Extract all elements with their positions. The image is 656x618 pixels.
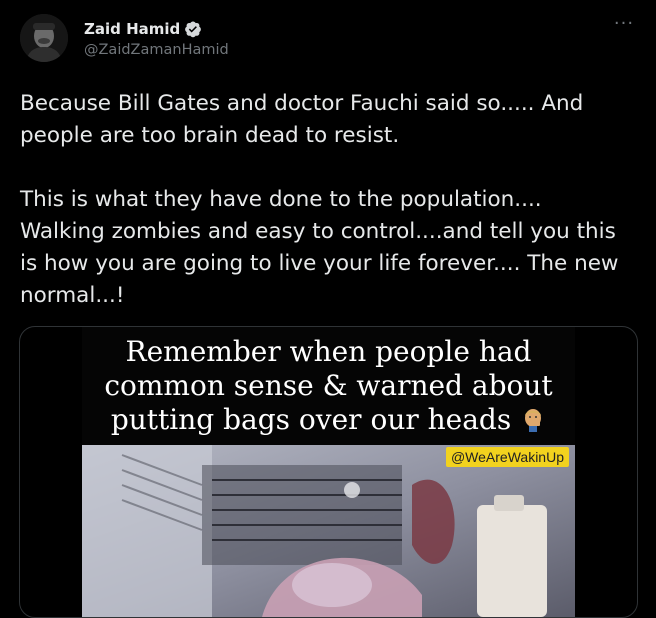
thinking-face-emoji-icon	[520, 406, 546, 432]
author-handle[interactable]: @ZaidZamanHamid	[84, 42, 229, 58]
tweet-card: Zaid Hamid @ZaidZamanHamid ··· Because B…	[0, 0, 656, 618]
caption-line: common sense & warned about	[104, 369, 553, 402]
tweet-text-line: This is what they have done to the popul…	[20, 187, 542, 212]
tweet-text-line: Because Bill Gates and doctor Fauchi sai…	[20, 91, 584, 116]
tweet-text-line: normal...!	[20, 283, 125, 308]
author-name[interactable]: Zaid Hamid	[84, 20, 180, 38]
tweet-text-line: people are too brain dead to resist.	[20, 123, 400, 148]
avatar-image	[20, 14, 68, 62]
video-caption: Remember when people had common sense & …	[82, 327, 575, 445]
caption-line: putting bags over our heads	[110, 403, 512, 436]
tweet-text: Because Bill Gates and doctor Fauchi sai…	[20, 88, 640, 312]
author-block: Zaid Hamid @ZaidZamanHamid	[84, 18, 229, 58]
video-player[interactable]: Remember when people had common sense & …	[82, 327, 575, 617]
video-frame	[82, 445, 575, 617]
more-options-icon[interactable]: ···	[612, 14, 636, 34]
tweet-text-line: Walking zombies and easy to control....a…	[20, 219, 616, 244]
avatar[interactable]	[20, 14, 68, 62]
tweet-text-line: is how you are going to live your life f…	[20, 251, 619, 276]
video-watermark: @WeAreWakinUp	[445, 447, 569, 467]
caption-line: Remember when people had	[125, 335, 532, 368]
media-container[interactable]: Remember when people had common sense & …	[19, 326, 638, 618]
verified-badge-icon	[184, 20, 202, 38]
